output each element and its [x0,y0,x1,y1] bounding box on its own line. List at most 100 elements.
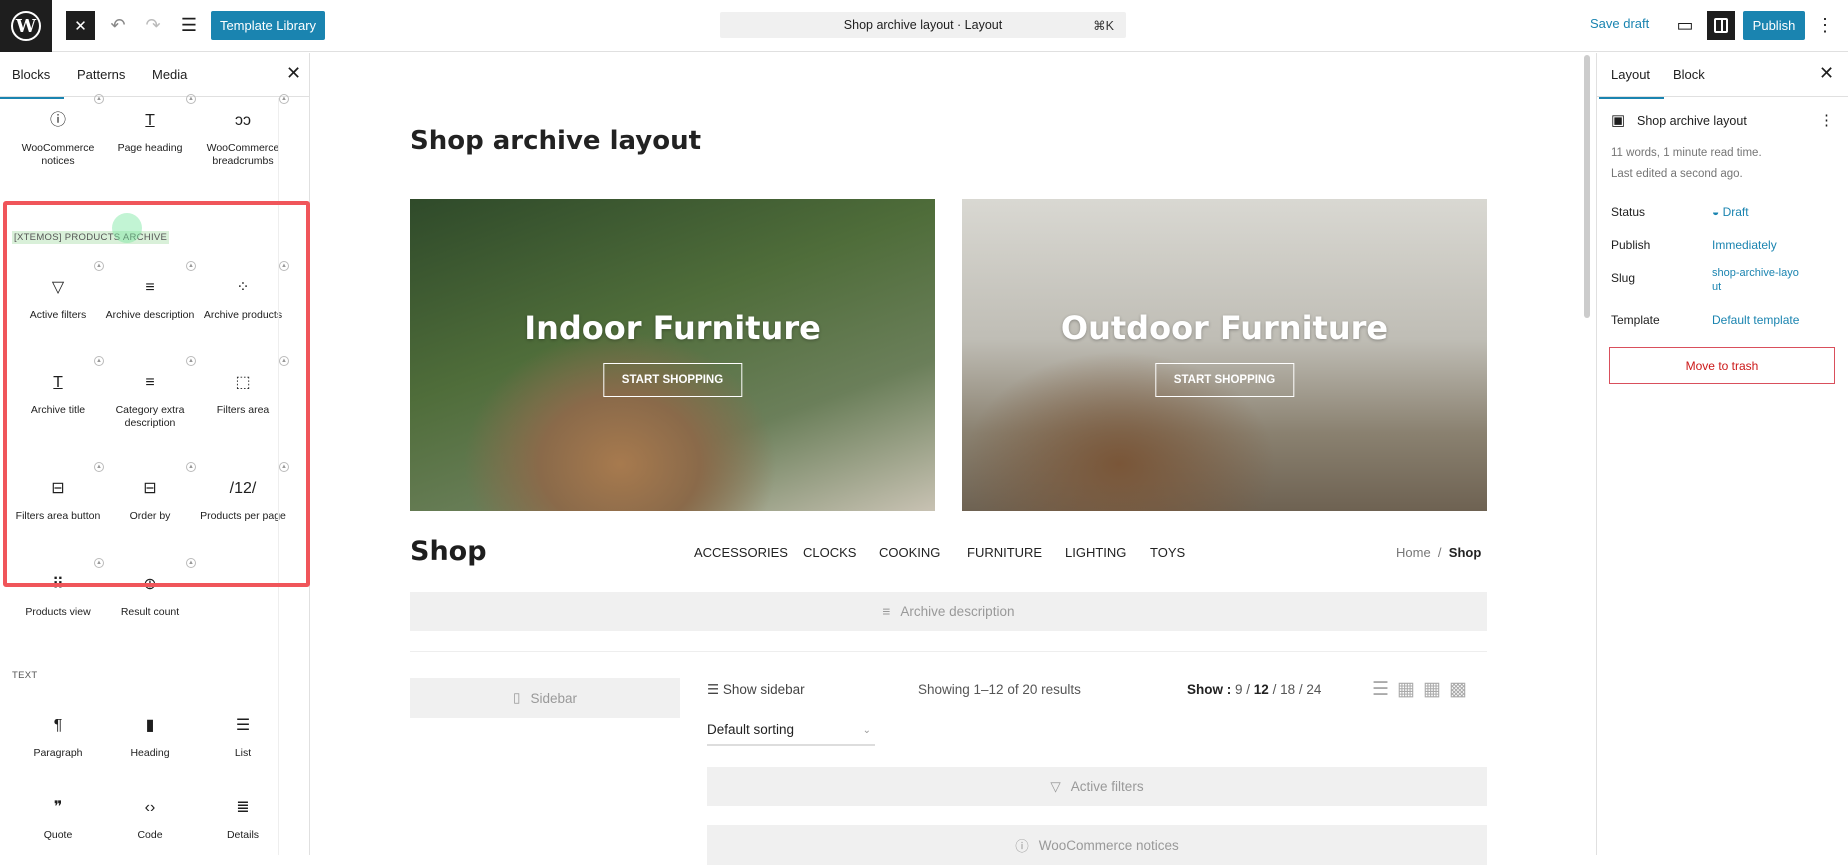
tab-layout[interactable]: Layout [1598,67,1665,99]
close-icon[interactable]: ✕ [1819,63,1834,84]
block-item[interactable]: ⓘ WooCommerce notices [12,110,104,168]
hero-outdoor-furniture[interactable]: Outdoor Furniture START SHOPPING [962,199,1487,511]
block-item[interactable]: ‹› Code [104,797,196,842]
per-page-option[interactable]: 24 [1306,682,1321,697]
block-label: Paragraph [33,747,83,759]
category-link[interactable]: LIGHTING [1065,545,1126,560]
block-item[interactable]: ≣ Details [197,797,289,842]
layout-icon: ▣ [1611,112,1626,129]
redo-icon[interactable]: ↷ [141,12,165,38]
tab-patterns[interactable]: Patterns [77,67,125,82]
filter-icon: ▽ [1050,778,1061,794]
block-label: Sidebar [530,690,577,706]
hero-title: Indoor Furniture [524,309,821,347]
breadcrumb-separator: / [1437,545,1442,560]
save-draft-button[interactable]: Save draft [1590,16,1649,31]
show-label: Show : [1187,682,1232,697]
details-icon: ≣ [236,799,250,816]
block-item[interactable]: T̲ Page heading [104,110,196,155]
grid-4-icon[interactable]: ▩ [1449,679,1475,700]
close-inserter-button[interactable]: ✕ [66,11,95,40]
category-link[interactable]: COOKING [879,545,940,560]
block-label: Heading [130,747,170,759]
last-edited: Last edited a second ago. [1611,168,1743,180]
slug-value[interactable]: shop-archive-layout [1712,266,1802,294]
status-value[interactable]: ◒ Draft [1712,205,1749,219]
preview-desktop-icon[interactable]: ▭ [1672,12,1698,38]
shortcut: ⌘K [1093,18,1114,33]
undo-icon[interactable]: ↶ [106,12,130,38]
sidebar-icon [1714,18,1728,33]
per-page-option[interactable]: 9 [1235,682,1243,697]
block-item[interactable]: ☰ List [197,715,289,760]
grid-2-icon[interactable]: ▦ [1397,679,1423,700]
slug-label: Slug [1611,271,1636,285]
tab-block[interactable]: Block [1673,67,1705,82]
more-options-icon[interactable]: ⋮ [1819,111,1834,129]
category-link[interactable]: CLOCKS [803,545,856,560]
grid-3-icon[interactable]: ▦ [1423,679,1449,700]
bookmark-icon: ▮ [145,717,155,734]
word-count: 11 words, 1 minute read time. [1611,147,1762,159]
category-link[interactable]: TOYS [1150,545,1185,560]
settings-toggle-button[interactable] [1707,11,1735,40]
category-link[interactable]: ACCESSORIES [694,545,788,560]
result-count: Showing 1–12 of 20 results [918,682,1081,697]
show-sidebar-button[interactable]: ☰ Show sidebar [707,682,805,698]
template-value[interactable]: Default template [1712,313,1799,327]
close-icon[interactable]: ✕ [286,63,301,84]
per-page-selector: Show : 9 / 12 / 18 / 24 [1187,682,1322,697]
description-icon: ≡ [882,604,891,619]
more-options-icon[interactable]: ⋮ [1815,12,1835,38]
page-title[interactable]: Shop archive layout [410,126,701,156]
pro-badge-icon: ▲ [279,94,289,104]
document-overview-icon[interactable]: ☰ [177,12,201,38]
quote-icon: ❞ [53,799,63,816]
block-label: Quote [43,829,73,841]
block-item[interactable]: ¶ Paragraph [12,715,104,760]
tab-media[interactable]: Media [152,67,187,82]
publish-button[interactable]: Publish [1743,11,1805,40]
woocommerce-notices-block[interactable]: ⓘ WooCommerce notices [707,825,1487,865]
template-library-button[interactable]: Template Library [211,11,325,40]
template-label: Template [1611,313,1660,327]
publish-label: Publish [1611,238,1651,252]
wordpress-logo[interactable]: W [0,0,52,52]
sorting-value: Default sorting [707,722,795,737]
command-palette[interactable]: Shop archive layout · Layout ⌘K [720,12,1126,38]
block-label: Details [226,829,260,841]
block-label: Archive description [900,604,1015,619]
block-label: Page heading [117,142,183,154]
document-title: Shop archive layout · Layout [843,18,1003,32]
block-label: WooCommerce notices [1038,837,1179,853]
hero-title: Outdoor Furniture [1060,309,1389,347]
publish-value[interactable]: Immediately [1712,238,1777,252]
sidebar-block[interactable]: ▯ Sidebar [410,678,680,718]
breadcrumb-home[interactable]: Home [1396,545,1431,560]
block-item[interactable]: ❞ Quote [12,797,104,842]
category-link[interactable]: FURNITURE [967,545,1042,560]
list-view-icon[interactable]: ☰ [1372,679,1397,700]
sorting-select[interactable]: Default sorting ⌄ [707,722,875,746]
settings-sidebar: Layout Block ✕ ▣ Shop archive layout ⋮ 1… [1596,53,1848,855]
block-item[interactable]: ↄↄ WooCommerce breadcrumbs [197,110,289,168]
sidebar-icon: ▯ [513,690,521,705]
tab-blocks[interactable]: Blocks [0,67,65,99]
block-label: WooCommerce breadcrumbs [206,142,280,167]
archive-description-block[interactable]: ≡ Archive description [410,592,1487,631]
start-shopping-button[interactable]: START SHOPPING [1154,363,1295,397]
list-icon: ☰ [235,717,251,734]
pro-badge-icon: ▲ [186,94,196,104]
canvas-scrollbar[interactable] [1584,55,1590,318]
block-item[interactable]: ▮ Heading [104,715,196,760]
start-shopping-button[interactable]: START SHOPPING [602,363,743,397]
breadcrumbs-icon: ↄↄ [235,112,251,129]
move-to-trash-button[interactable]: Move to trash [1609,347,1835,384]
hero-indoor-furniture[interactable]: Indoor Furniture START SHOPPING [410,199,935,511]
shop-title: Shop [410,536,487,567]
active-filters-block[interactable]: ▽ Active filters [707,767,1487,806]
products-view-switcher[interactable]: ☰▦▦▩ [1372,678,1475,701]
chevron-down-icon: ⌄ [862,725,871,736]
per-page-option-selected[interactable]: 12 [1254,682,1269,697]
per-page-option[interactable]: 18 [1280,682,1295,697]
